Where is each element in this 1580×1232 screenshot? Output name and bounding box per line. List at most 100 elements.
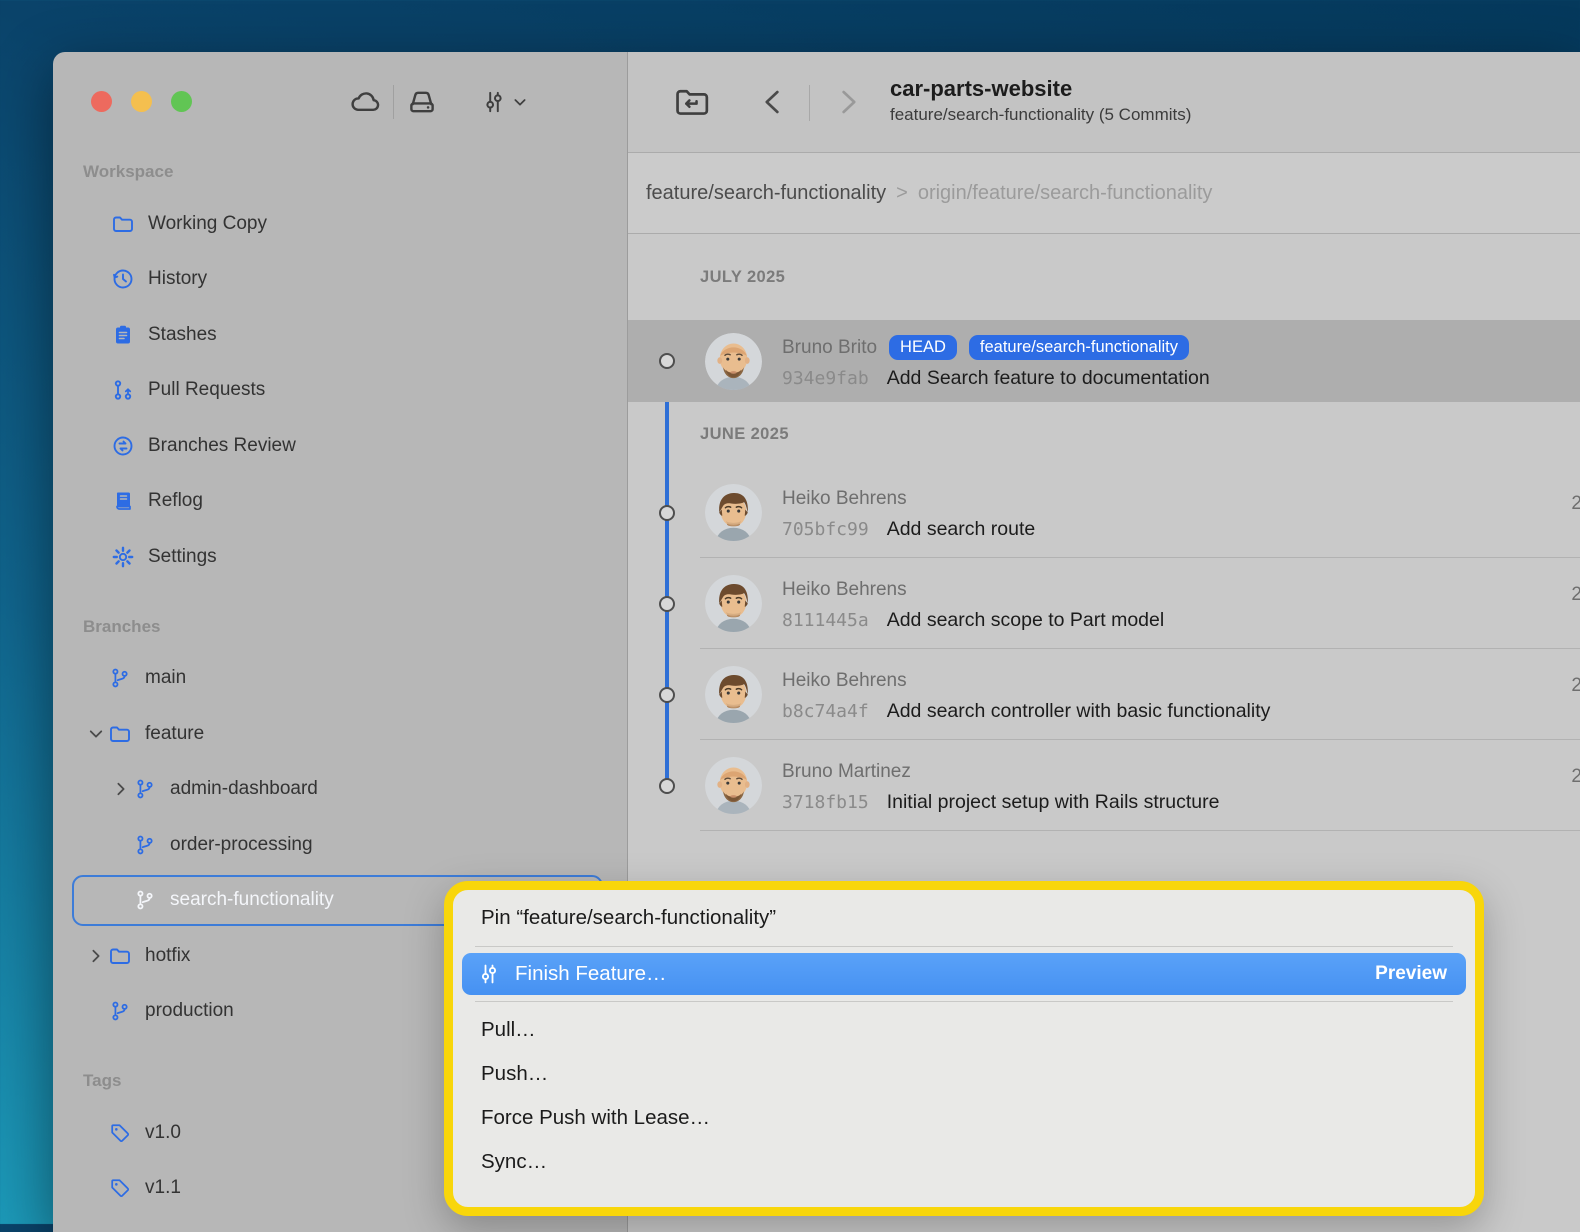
commit-author: Bruno Martinez <box>782 761 911 783</box>
sidebar-item-label: Reflog <box>148 490 203 512</box>
avatar <box>705 666 762 723</box>
sidebar-item-label: production <box>145 1000 234 1022</box>
menu-separator <box>475 946 1453 947</box>
review-icon <box>110 433 136 459</box>
sidebar-item-branches-review[interactable]: Branches Review <box>53 418 627 474</box>
menu-item-sync[interactable]: Sync… <box>453 1140 1475 1184</box>
drive-icon[interactable] <box>400 82 444 122</box>
history-back-button[interactable] <box>758 83 788 121</box>
commit-row[interactable]: Heiko Behrensb8c74a4fAdd search controll… <box>628 649 1580 740</box>
sidebar-item-history[interactable]: History <box>53 252 627 308</box>
menu-item-label: Finish Feature… <box>515 962 667 986</box>
folder-icon <box>107 721 133 747</box>
repo-header: car-parts-website feature/search-functio… <box>628 52 1580 153</box>
window-controls <box>91 91 192 112</box>
commit-graph-node <box>659 596 675 612</box>
commit-author: Heiko Behrens <box>782 579 907 601</box>
commit-row[interactable]: Bruno Martinez 3718fb15 Initial project se… <box>628 740 1580 831</box>
row-separator <box>700 830 1580 831</box>
commit-row[interactable]: Heiko Behrens705bfc99Add search route2 <box>628 467 1580 558</box>
commit-date-truncated: 2 <box>1571 675 1580 697</box>
breadcrumb-tracking-branch[interactable]: origin/feature/search-functionality <box>918 182 1213 205</box>
sidebar-item-label: Branches Review <box>148 435 296 457</box>
avatar <box>705 484 762 541</box>
menu-item-pull[interactable]: Pull… <box>453 1008 1475 1052</box>
sidebar-item-feature[interactable]: feature <box>53 706 627 762</box>
branch-badge: feature/search-functionality <box>969 335 1189 360</box>
commit-message: Add Search feature to documentation <box>887 367 1210 390</box>
commit-date-truncated: 2 <box>1571 584 1580 606</box>
gear-icon <box>110 544 136 570</box>
menu-item-force-push-with-lease[interactable]: Force Push with Lease… <box>453 1096 1475 1140</box>
tag-icon <box>107 1175 133 1201</box>
chevron-right-icon[interactable] <box>110 780 132 798</box>
chevron-down-icon[interactable] <box>85 725 107 743</box>
branch-breadcrumb-bar: feature/search-functionality > origin/fe… <box>628 153 1580 234</box>
back-to-repositories-button[interactable] <box>672 83 710 121</box>
commit-message: Add search scope to Part model <box>887 609 1165 632</box>
cloud-icon[interactable] <box>343 82 387 122</box>
avatar <box>705 333 762 390</box>
month-header: JUNE 2025 <box>628 402 1580 467</box>
zoom-window-button[interactable] <box>171 91 192 112</box>
commit-author: Heiko Behrens <box>782 670 907 692</box>
repo-subtitle: feature/search-functionality (5 Commits) <box>890 105 1191 125</box>
menu-item-pin-feature-search-functionality[interactable]: Pin “feature/search-functionality” <box>453 896 1475 940</box>
sidebar-item-reflog[interactable]: Reflog <box>53 474 627 530</box>
sidebar-item-label: Pull Requests <box>148 379 265 401</box>
sidebar-item-stashes[interactable]: Stashes <box>53 307 627 363</box>
sidebar-item-label: Settings <box>148 546 217 568</box>
history-icon <box>110 266 136 292</box>
menu-item-label: Pull… <box>481 1018 536 1042</box>
branch-icon <box>107 665 133 691</box>
gitflow-icon <box>477 962 501 986</box>
commit-graph-node <box>659 778 675 794</box>
sidebar-item-label: hotfix <box>145 945 190 967</box>
branch-icon <box>132 776 158 802</box>
commit-author: Bruno Brito <box>782 337 877 359</box>
sidebar-item-admin-dashboard[interactable]: admin-dashboard <box>53 762 627 818</box>
avatar <box>705 575 762 632</box>
commit-author: Heiko Behrens <box>782 488 907 510</box>
sidebar-item-label: order-processing <box>170 834 313 856</box>
chevron-down-icon[interactable] <box>512 94 528 110</box>
pullrequest-icon <box>110 377 136 403</box>
commit-hash: 3718fb15 <box>782 792 869 813</box>
sidebar-item-label: Working Copy <box>148 213 267 235</box>
commit-row[interactable]: Bruno Brito HEAD feature/search-functional… <box>628 320 1580 402</box>
head-badge: HEAD <box>889 335 957 360</box>
commit-message: Add search route <box>887 518 1036 541</box>
menu-separator <box>475 1001 1453 1002</box>
tag-icon <box>107 1120 133 1146</box>
sidebar-item-working-copy[interactable]: Working Copy <box>53 196 627 252</box>
close-window-button[interactable] <box>91 91 112 112</box>
sidebar-section-workspace: Workspace <box>53 148 627 196</box>
sidebar-item-main[interactable]: main <box>53 651 627 707</box>
commit-hash: 934e9fab <box>782 368 869 389</box>
folder-icon <box>107 943 133 969</box>
toolbar-divider <box>393 85 394 119</box>
commit-message: Initial project setup with Rails structu… <box>887 791 1220 814</box>
commit-graph-node <box>659 353 675 369</box>
sidebar-item-label: main <box>145 667 186 689</box>
menu-item-push[interactable]: Push… <box>453 1052 1475 1096</box>
minimize-window-button[interactable] <box>131 91 152 112</box>
commit-row[interactable]: Heiko Behrens8111445aAdd search scope to… <box>628 558 1580 649</box>
sidebar-item-label: search-functionality <box>170 889 334 911</box>
header-divider <box>809 85 810 121</box>
breadcrumb-current-branch[interactable]: feature/search-functionality <box>646 182 886 205</box>
sidebar-item-order-processing[interactable]: order-processing <box>53 817 627 873</box>
menu-item-finish-feature[interactable]: Finish Feature…Preview <box>462 953 1466 995</box>
sidebar-item-pull-requests[interactable]: Pull Requests <box>53 363 627 419</box>
sidebar-item-label: v1.0 <box>145 1122 181 1144</box>
chevron-right-icon[interactable] <box>85 947 107 965</box>
breadcrumb-separator: > <box>896 182 908 205</box>
month-header: JULY 2025 <box>628 234 1580 320</box>
sidebar-item-label: v1.1 <box>145 1177 181 1199</box>
branch-icon <box>132 832 158 858</box>
sidebar-item-label: Stashes <box>148 324 217 346</box>
sidebar-item-settings[interactable]: Settings <box>53 529 627 585</box>
history-forward-button[interactable] <box>833 83 863 121</box>
gitflow-icon[interactable] <box>472 82 516 122</box>
repo-title: car-parts-website <box>890 76 1191 102</box>
